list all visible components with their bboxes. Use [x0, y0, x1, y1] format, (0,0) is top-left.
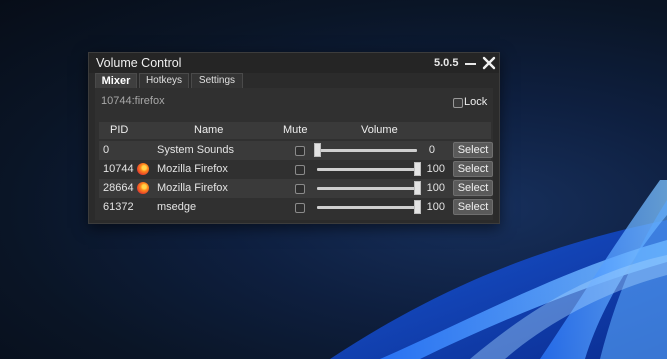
close-icon[interactable] — [482, 56, 496, 70]
tab-settings[interactable]: Settings — [191, 73, 243, 88]
table-row: 61372 msedge 100 Select — [99, 198, 493, 217]
version-label: 5.0.5 — [434, 57, 459, 69]
column-header-volume: Volume — [361, 124, 398, 136]
table-row: 28664 Mozilla Firefox 100 Select — [99, 179, 493, 198]
tab-hotkeys[interactable]: Hotkeys — [139, 73, 189, 88]
table-row: 10744 Mozilla Firefox 100 Select — [99, 160, 493, 179]
name-cell: msedge — [157, 201, 197, 213]
volume-slider[interactable] — [317, 168, 417, 171]
filter-field[interactable]: 10744:firefox — [99, 93, 401, 109]
firefox-icon — [137, 182, 149, 194]
tab-mixer[interactable]: Mixer — [95, 73, 137, 88]
firefox-icon — [137, 163, 149, 175]
pid-cell: 61372 — [103, 201, 134, 213]
window-title: Volume Control — [96, 56, 182, 70]
select-button[interactable]: Select — [453, 180, 493, 196]
table-header: PID Name Mute Volume — [99, 122, 491, 139]
select-button[interactable]: Select — [453, 142, 493, 158]
volume-value: 100 — [426, 163, 445, 175]
volume-slider-thumb[interactable] — [314, 143, 321, 157]
pid-cell: 28664 — [103, 182, 134, 194]
lock-label: Lock — [464, 96, 488, 108]
title-bar[interactable]: Volume Control 5.0.5 — [89, 53, 499, 73]
table-row: 0 System Sounds 0 Select — [99, 141, 493, 160]
select-button[interactable]: Select — [453, 199, 493, 215]
mute-checkbox[interactable] — [295, 165, 305, 175]
column-header-mute: Mute — [283, 124, 308, 136]
volume-control-window: Volume Control 5.0.5 Mixer Hotkeys Setti… — [88, 52, 500, 224]
name-cell: Mozilla Firefox — [157, 163, 228, 175]
mute-checkbox[interactable] — [295, 146, 305, 156]
minimize-button[interactable] — [465, 63, 476, 65]
pid-cell: 10744 — [103, 163, 134, 175]
mute-checkbox[interactable] — [295, 203, 305, 213]
mixer-panel: 10744:firefox Lock PID Name Mute Volume … — [95, 88, 493, 220]
volume-value: 0 — [428, 144, 435, 156]
mute-checkbox[interactable] — [295, 184, 305, 194]
volume-value: 100 — [426, 182, 445, 194]
column-header-pid: PID — [110, 124, 129, 136]
select-button[interactable]: Select — [453, 161, 493, 177]
column-header-name: Name — [194, 124, 224, 136]
pid-cell: 0 — [103, 144, 110, 156]
session-list: 0 System Sounds 0 Select 10744 Mozilla F… — [95, 141, 493, 221]
lock-checkbox[interactable] — [453, 98, 463, 108]
volume-slider[interactable] — [317, 187, 417, 190]
volume-value: 100 — [426, 201, 445, 213]
name-cell: System Sounds — [157, 144, 235, 156]
name-cell: Mozilla Firefox — [157, 182, 228, 194]
volume-slider[interactable] — [317, 206, 417, 209]
